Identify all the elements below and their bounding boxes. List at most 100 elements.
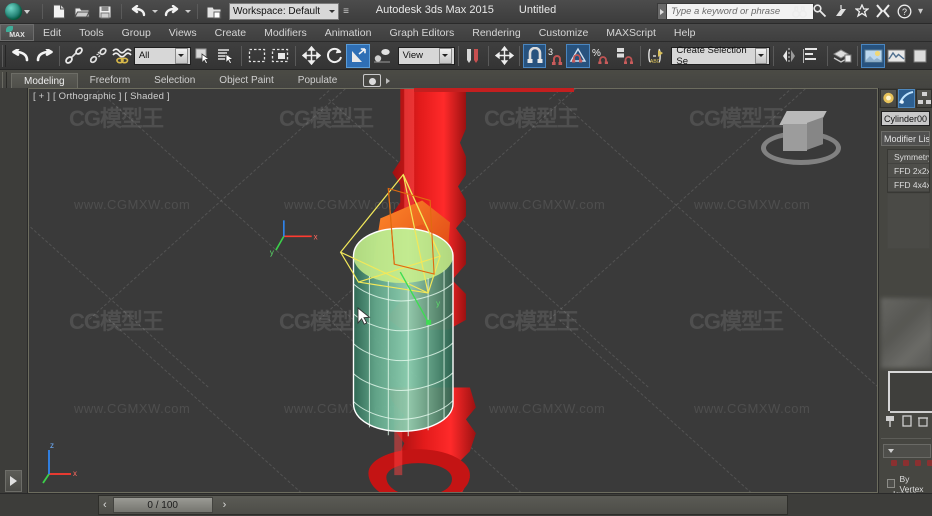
cube-front-face[interactable]: [783, 124, 807, 151]
workspace-overflow-button[interactable]: ≡: [340, 3, 352, 20]
menu-item-help[interactable]: Help: [665, 24, 705, 42]
object-name-field[interactable]: Cylinder00: [881, 111, 930, 126]
redo-button[interactable]: [33, 44, 57, 68]
select-and-scale-button[interactable]: [346, 43, 370, 68]
menu-item-edit[interactable]: Edit: [34, 24, 70, 42]
select-and-rotate-button[interactable]: [323, 44, 347, 68]
mirror-button[interactable]: [777, 44, 801, 68]
selection-filter-combo[interactable]: All: [133, 46, 191, 65]
menu-item-graph-editors[interactable]: Graph Editors: [380, 24, 463, 42]
ribbon-overflow-icon[interactable]: [386, 77, 391, 84]
orthographic-viewport[interactable]: [ + ] [ Orthographic ] [ Shaded ] CG模型王 …: [29, 89, 877, 492]
timeline-track-bar[interactable]: ‹ 0 / 100 ›: [98, 495, 788, 515]
bind-to-space-warp-button[interactable]: [110, 44, 134, 68]
redo-dropdown-icon[interactable]: [183, 2, 192, 22]
pin-stack-icon[interactable]: [883, 414, 897, 428]
save-file-icon[interactable]: [94, 2, 116, 22]
toolbar-grip[interactable]: [2, 44, 6, 67]
modifier-stack-item-symmetry[interactable]: Symmetry: [888, 150, 929, 164]
tab-object-paint[interactable]: Object Paint: [207, 73, 285, 89]
undo-dropdown-icon[interactable]: [150, 2, 159, 22]
window-crossing-button[interactable]: [269, 44, 293, 68]
select-and-manipulate-button[interactable]: [492, 44, 516, 68]
reference-coordinate-system-combo[interactable]: View: [397, 46, 455, 65]
select-and-link-button[interactable]: [63, 44, 87, 68]
undo-button[interactable]: [9, 44, 33, 68]
angle-snap-toggle-button[interactable]: [566, 43, 590, 68]
unlink-selection-button[interactable]: [87, 44, 111, 68]
percent-snap-toggle-button[interactable]: %: [590, 44, 614, 68]
modifier-list-dropdown[interactable]: Modifier List: [881, 131, 930, 146]
layer-explorer-button[interactable]: [831, 44, 855, 68]
next-frame-icon[interactable]: ›: [223, 499, 227, 511]
hierarchy-tab[interactable]: [916, 88, 932, 108]
show-end-result-icon[interactable]: [901, 414, 913, 428]
create-tab[interactable]: [880, 88, 897, 108]
application-menu-button[interactable]: [2, 1, 32, 23]
open-file-icon[interactable]: [71, 2, 93, 22]
menu-item-tools[interactable]: Tools: [70, 24, 113, 42]
workspace-selector[interactable]: Workspace: Default: [229, 3, 339, 20]
prev-frame-icon[interactable]: ‹: [103, 499, 107, 511]
viewport-label[interactable]: [ + ] [ Orthographic ] [ Shaded ]: [33, 91, 170, 102]
modifier-stack-item-ffd-4x4x4[interactable]: FFD 4x4x4: [888, 178, 929, 192]
spinner-snap-toggle-button[interactable]: [613, 44, 637, 68]
rectangular-selection-region-button[interactable]: [245, 44, 269, 68]
rendered-frame-window-button[interactable]: [909, 44, 932, 68]
use-pivot-point-center-button[interactable]: [462, 44, 486, 68]
search-expand-button[interactable]: [657, 3, 666, 20]
vertex-subobject-icon[interactable]: [891, 460, 897, 466]
snaps-toggle-button[interactable]: [522, 43, 547, 68]
select-by-name-button[interactable]: [215, 44, 239, 68]
menu-item-rendering[interactable]: Rendering: [463, 24, 529, 42]
border-subobject-icon[interactable]: [915, 460, 921, 466]
cube-side-face[interactable]: [807, 117, 823, 150]
edge-subobject-icon[interactable]: [903, 460, 909, 466]
tab-selection[interactable]: Selection: [142, 73, 207, 89]
polygon-subobject-icon[interactable]: [927, 460, 932, 466]
new-file-icon[interactable]: [48, 2, 70, 22]
help-icon[interactable]: ?: [896, 2, 912, 20]
modifier-stack-item-ffd-2x2x2[interactable]: FFD 2x2x2: [888, 164, 929, 178]
star-icon[interactable]: [854, 2, 870, 20]
select-object-button[interactable]: [191, 44, 215, 68]
time-slider[interactable]: 0 / 100: [112, 497, 213, 513]
menu-item-views[interactable]: Views: [160, 24, 206, 42]
max-app-button[interactable]: MAX: [0, 24, 34, 41]
expand-panel-button[interactable]: [5, 470, 22, 492]
key-icon[interactable]: [812, 2, 828, 20]
modify-tab[interactable]: [898, 88, 915, 108]
redo-icon[interactable]: [160, 2, 182, 22]
exchange-icon[interactable]: [875, 2, 891, 20]
satellite-icon[interactable]: [833, 2, 849, 20]
select-and-move-button[interactable]: [299, 44, 323, 68]
ribbon-grip[interactable]: [2, 71, 7, 90]
select-and-place-button[interactable]: [370, 44, 394, 68]
sub-object-level-dropdown[interactable]: [883, 444, 931, 458]
modifier-stack[interactable]: Symmetry FFD 2x2x2 FFD 4x4x4: [887, 149, 930, 193]
render-setup-button[interactable]: [885, 44, 909, 68]
menu-item-create[interactable]: Create: [206, 24, 256, 42]
menu-item-customize[interactable]: Customize: [530, 24, 598, 42]
project-folder-icon[interactable]: [203, 2, 225, 22]
title-overflow-icon[interactable]: ▾: [917, 2, 924, 20]
by-vertex-checkbox[interactable]: [887, 479, 896, 488]
tab-modeling[interactable]: Modeling: [11, 72, 78, 89]
undo-icon[interactable]: [127, 2, 149, 22]
named-selection-sets-combo[interactable]: Create Selection Se: [671, 45, 770, 67]
view-cube[interactable]: [755, 103, 847, 181]
align-button[interactable]: [800, 44, 824, 68]
modifier-stack-empty-area[interactable]: [887, 193, 930, 249]
scene-geometry[interactable]: x y y: [29, 89, 877, 492]
remove-modifier-icon[interactable]: [917, 414, 929, 428]
menu-item-group[interactable]: Group: [113, 24, 160, 42]
menu-item-animation[interactable]: Animation: [316, 24, 381, 42]
view-cube-icon[interactable]: [779, 111, 827, 151]
material-editor-button[interactable]: [861, 43, 886, 68]
camera-icon[interactable]: [363, 74, 382, 87]
menu-item-modifiers[interactable]: Modifiers: [255, 24, 316, 42]
tab-populate[interactable]: Populate: [286, 73, 349, 89]
binoculars-icon[interactable]: [791, 2, 807, 20]
menu-item-maxscript[interactable]: MAXScript: [597, 24, 665, 42]
tab-freeform[interactable]: Freeform: [78, 73, 143, 89]
